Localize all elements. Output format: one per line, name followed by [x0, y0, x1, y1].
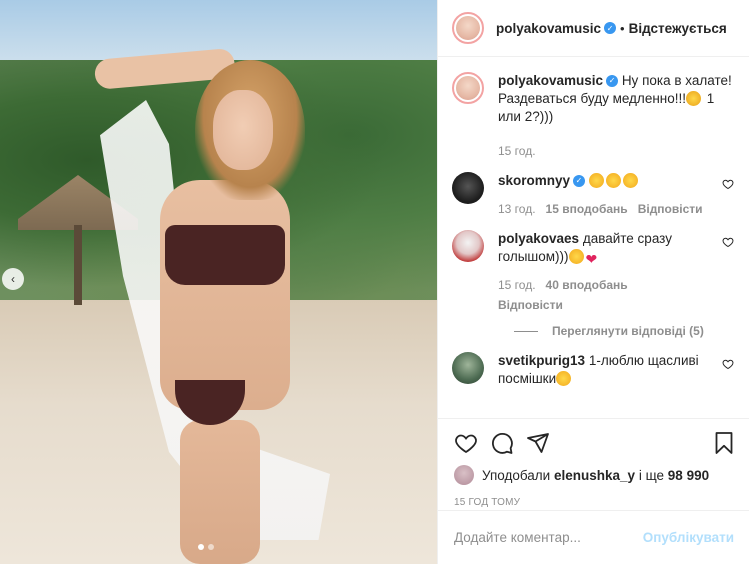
post-header: polyakovamusic ✓ • Відстежується: [438, 0, 749, 57]
photo-person: [93, 47, 335, 564]
comment-bubble-icon[interactable]: [488, 429, 516, 457]
action-bar: [438, 419, 749, 463]
paper-plane-icon[interactable]: [524, 429, 552, 457]
author-avatar[interactable]: [452, 12, 484, 44]
heart-outline-icon[interactable]: [452, 429, 480, 457]
grin-emoji-icon: [556, 371, 572, 386]
commenter-avatar[interactable]: [452, 230, 484, 262]
comment-username[interactable]: skoromnyy: [498, 173, 570, 188]
comment-time: 13 год.: [498, 202, 536, 216]
replies-divider: [514, 330, 538, 332]
comment-item: skoromnyy ✓ 13 год. 15 вподобань Відповіс…: [452, 172, 734, 218]
cat-emoji-icon: [686, 91, 701, 106]
star-struck-emoji-icon: [588, 173, 604, 188]
reply-button[interactable]: Відповісти: [638, 200, 703, 218]
carousel-dots: [198, 544, 214, 550]
comment-likes[interactable]: 40 вподобань: [546, 276, 628, 294]
liker-avatar[interactable]: [454, 465, 474, 485]
verified-badge-icon: ✓: [604, 22, 617, 34]
reply-button[interactable]: Відповісти: [498, 296, 563, 314]
comment-username[interactable]: polyakovaes: [498, 231, 579, 246]
commenter-avatar[interactable]: [452, 172, 484, 204]
chevron-left-icon[interactable]: ‹: [2, 268, 24, 290]
caption-time: 15 год.: [498, 144, 536, 158]
author-avatar[interactable]: [452, 72, 484, 104]
carousel-dot: [198, 544, 204, 550]
carousel-dot: [208, 544, 214, 550]
likes-prefix: Уподобали: [482, 467, 551, 483]
small-heart-outline-icon[interactable]: [714, 230, 734, 314]
joy-emoji-icon: [568, 249, 584, 264]
likes-count[interactable]: 98 990: [668, 468, 709, 483]
post-modal: ‹ polyakovamusic ✓ • Відстежується polya…: [0, 0, 749, 564]
commenter-avatar[interactable]: [452, 352, 484, 384]
star-struck-emoji-icon: [605, 173, 621, 188]
star-struck-emoji-icon: [622, 173, 638, 188]
comment-likes[interactable]: 15 вподобань: [546, 200, 628, 218]
header-separator: •: [620, 20, 625, 36]
likes-mid: і ще: [638, 467, 665, 483]
bookmark-icon[interactable]: [710, 429, 738, 457]
post-footer: Уподобали elenushka_y і ще 98 990 15 год…: [438, 418, 749, 508]
heart-emoji-icon: ❤: [585, 251, 598, 267]
add-comment-bar: Опублікувати: [438, 510, 749, 564]
post-photo[interactable]: ‹: [0, 0, 437, 564]
comments-list[interactable]: polyakovamusic ✓ Ну пока в халате! Раздев…: [438, 58, 749, 418]
small-heart-outline-icon[interactable]: [714, 352, 734, 388]
view-replies-label: Переглянути відповіді (5): [552, 324, 704, 338]
comment-time: 15 год.: [498, 278, 536, 292]
caption-username[interactable]: polyakovamusic: [498, 73, 603, 88]
comment-item: polyakovaes давайте сразу голышом))) ❤ 15…: [452, 230, 734, 314]
verified-badge-icon: ✓: [573, 175, 586, 188]
liker-username[interactable]: elenushka_y: [554, 468, 635, 483]
follow-status-button[interactable]: Відстежується: [629, 21, 727, 36]
comment-username[interactable]: svetikpurig13: [498, 353, 585, 368]
likes-summary: Уподобали elenushka_y і ще 98 990: [438, 463, 749, 487]
author-username[interactable]: polyakovamusic: [496, 21, 601, 36]
post-comment-button[interactable]: Опублікувати: [643, 530, 734, 545]
post-sidebar: polyakovamusic ✓ • Відстежується polyako…: [437, 0, 749, 564]
comment-item: svetikpurig13 1-люблю щасливі посмішки: [452, 352, 734, 388]
comment-input[interactable]: [454, 530, 643, 545]
verified-badge-icon: ✓: [606, 75, 619, 88]
small-heart-outline-icon[interactable]: [714, 172, 734, 218]
post-timestamp[interactable]: 15 год тому: [438, 487, 749, 508]
view-replies-button[interactable]: Переглянути відповіді (5): [514, 324, 734, 338]
post-caption: polyakovamusic ✓ Ну пока в халате! Раздев…: [452, 72, 734, 160]
